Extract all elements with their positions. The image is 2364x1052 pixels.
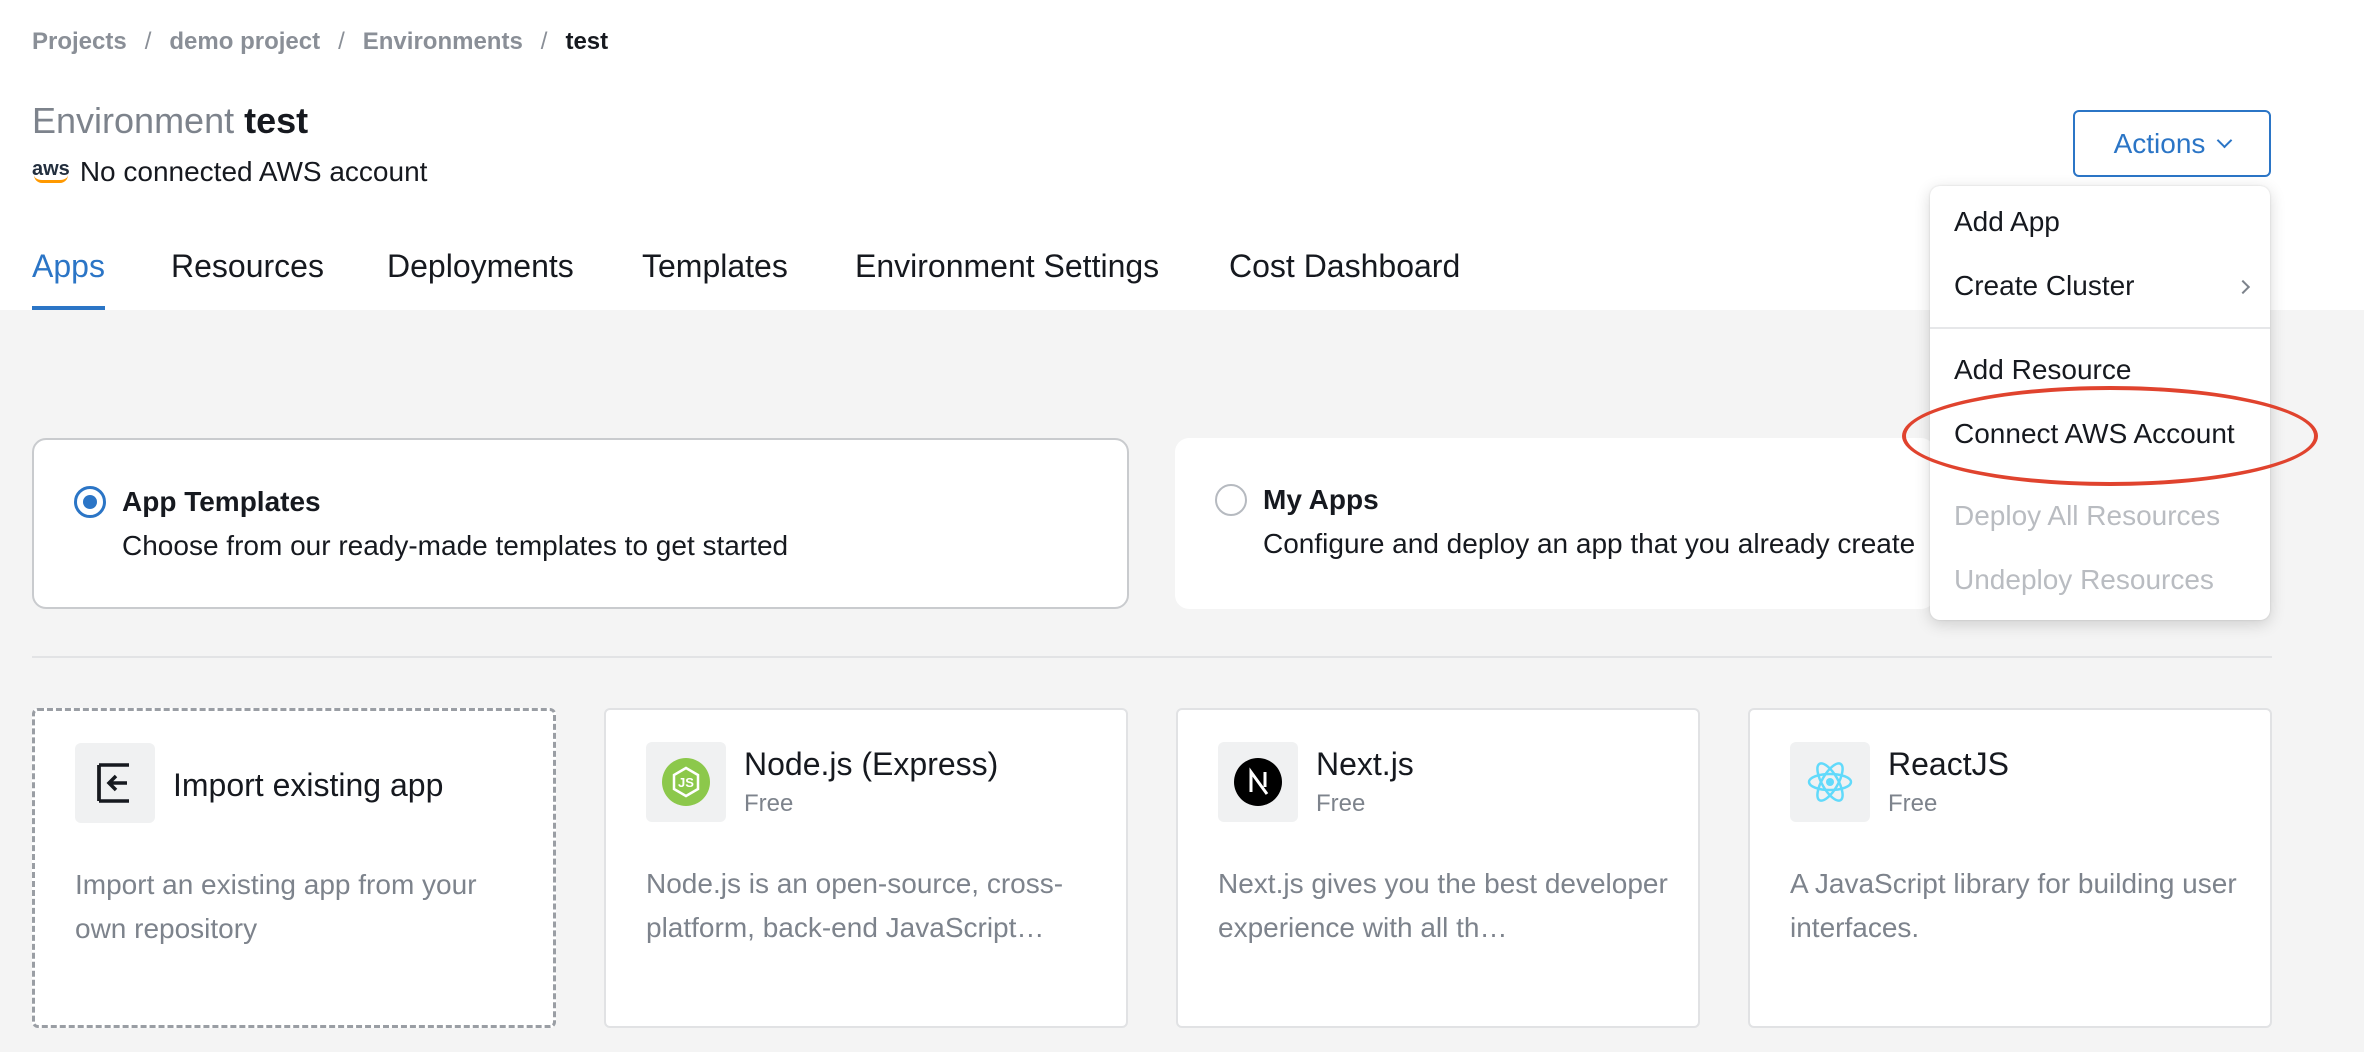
- app-templates-radio[interactable]: [74, 486, 106, 518]
- my-apps-title: My Apps: [1263, 484, 1379, 515]
- breadcrumb: Projects / demo project / Environments /…: [32, 28, 608, 56]
- menu-item-undeploy-resources: Undeploy Resources: [1954, 564, 2214, 595]
- breadcrumb-separator: /: [338, 28, 345, 55]
- tab-resources[interactable]: Resources: [171, 248, 324, 310]
- section-divider: [32, 656, 2272, 658]
- app-templates-title: App Templates: [122, 486, 321, 517]
- card-title: Next.js: [1316, 746, 1414, 782]
- aws-smile: [33, 175, 68, 183]
- card-description: Import an existing app from your own rep…: [75, 869, 477, 944]
- menu-item-add-resource[interactable]: Add Resource: [1954, 354, 2131, 386]
- breadcrumb-current: test: [565, 28, 609, 55]
- tab-cost-dashboard[interactable]: Cost Dashboard: [1229, 248, 1460, 310]
- card-description: A JavaScript library for building user i…: [1790, 868, 2237, 943]
- chevron-down-icon: [2217, 132, 2233, 149]
- tab-apps[interactable]: Apps: [32, 248, 105, 310]
- card-price: Free: [1316, 790, 1366, 817]
- tab-deployments[interactable]: Deployments: [387, 248, 574, 310]
- chevron-right-icon: [2235, 279, 2251, 295]
- menu-item-deploy-all-resources: Deploy All Resources: [1954, 500, 2221, 531]
- app-templates-option[interactable]: App Templates Choose from our ready-made…: [32, 438, 1129, 609]
- environment-name: test: [244, 100, 309, 141]
- nextjs-icon: [1218, 742, 1298, 822]
- nextjs-card[interactable]: Next.js Free Next.js gives you the best …: [1176, 708, 1700, 1028]
- aws-logo-icon: aws: [32, 159, 70, 183]
- card-price: Free: [744, 790, 794, 817]
- page-title: Environment test: [32, 100, 308, 142]
- card-description: Node.js is an open-source, cross-platfor…: [646, 868, 1064, 943]
- react-icon: [1790, 742, 1870, 822]
- card-title: ReactJS: [1888, 746, 2009, 782]
- import-icon: [75, 743, 155, 823]
- my-apps-description: Configure and deploy an app that you alr…: [1263, 528, 1916, 559]
- nodejs-express-card[interactable]: JS Node.js (Express) Free Node.js is an …: [604, 708, 1128, 1028]
- nodejs-icon: JS: [646, 742, 726, 822]
- aws-status: aws No connected AWS account: [32, 156, 427, 188]
- breadcrumb-environments[interactable]: Environments: [363, 28, 523, 56]
- environment-label: Environment: [32, 100, 235, 141]
- tab-environment-settings[interactable]: Environment Settings: [855, 248, 1159, 310]
- breadcrumb-separator: /: [540, 28, 548, 55]
- actions-button[interactable]: Actions: [2073, 110, 2271, 177]
- menu-item-add-app[interactable]: Add App: [1954, 206, 2060, 238]
- card-description: Next.js gives you the best developer exp…: [1218, 868, 1668, 943]
- breadcrumb-projects[interactable]: Projects: [32, 28, 127, 56]
- my-apps-radio[interactable]: [1215, 484, 1247, 516]
- card-price: Free: [1888, 790, 1938, 817]
- reactjs-card[interactable]: ReactJS Free A JavaScript library for bu…: [1748, 708, 2272, 1028]
- card-title: Import existing app: [173, 767, 444, 803]
- my-apps-option[interactable]: My Apps Configure and deploy an app that…: [1175, 438, 1935, 609]
- app-templates-description: Choose from our ready-made templates to …: [122, 530, 789, 561]
- tab-templates[interactable]: Templates: [642, 248, 788, 310]
- actions-button-label: Actions: [2113, 127, 2206, 159]
- aws-status-text: No connected AWS account: [79, 156, 428, 187]
- svg-text:JS: JS: [678, 775, 694, 790]
- menu-divider: [1930, 327, 2270, 329]
- import-existing-app-card[interactable]: Import existing app Import an existing a…: [32, 708, 556, 1028]
- breadcrumb-demo-project[interactable]: demo project: [169, 28, 320, 56]
- card-title: Node.js (Express): [744, 746, 999, 782]
- breadcrumb-separator: /: [144, 28, 152, 55]
- menu-item-create-cluster[interactable]: Create Cluster: [1954, 270, 2135, 302]
- highlight-annotation: [1902, 386, 2318, 486]
